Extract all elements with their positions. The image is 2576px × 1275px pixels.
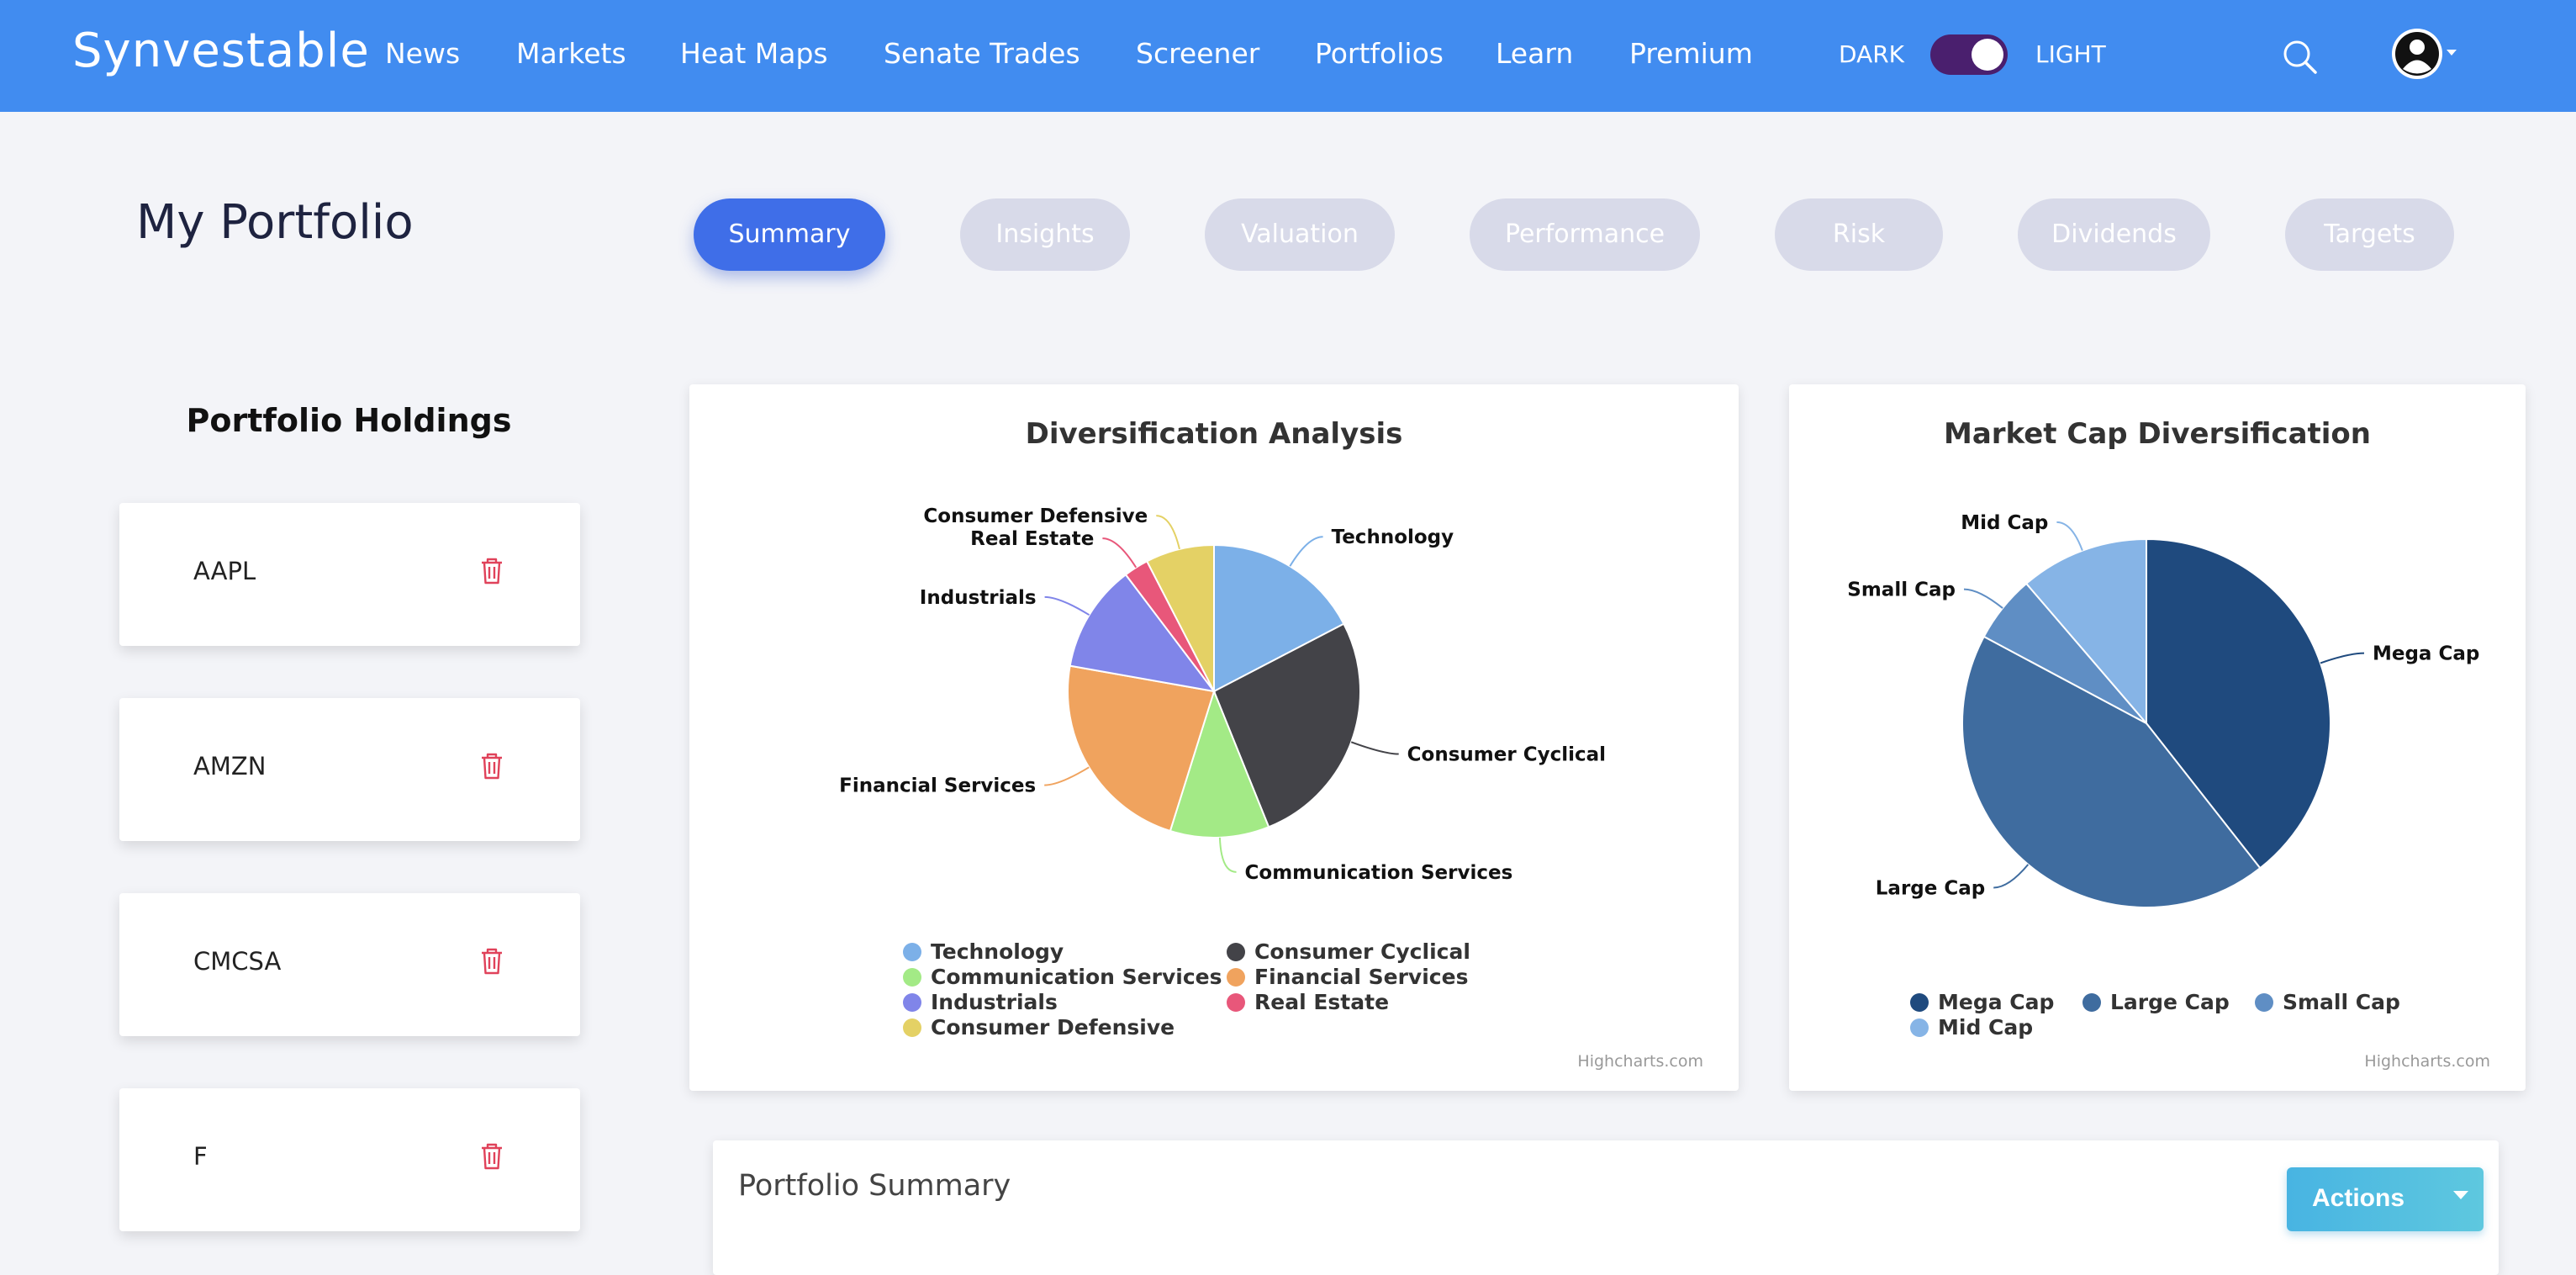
market-cap-pie-chart: Market Cap Diversification Mega Cap Large …: [1847, 417, 2479, 1040]
nav-link-news[interactable]: News: [385, 37, 460, 70]
avatar-icon: [2392, 29, 2442, 79]
summary-title: Portfolio Summary: [738, 1169, 1011, 1203]
trash-icon[interactable]: [479, 557, 504, 585]
legend-marker-small-cap[interactable]: [2255, 993, 2273, 1012]
chart-title: Diversification Analysis: [1026, 417, 1403, 451]
light-mode-label: LIGHT: [2035, 40, 2106, 68]
top-navbar: Synvestable News Markets Heat Maps Senat…: [0, 0, 2576, 112]
legend-item-financial-services[interactable]: Financial Services: [1254, 965, 1468, 989]
legend-marker-consumer-cyclical[interactable]: [1227, 943, 1245, 961]
data-label-real-estate: Real Estate: [970, 528, 1094, 550]
dark-mode-label: DARK: [1839, 40, 1905, 68]
legend-item-real-estate[interactable]: Real Estate: [1254, 990, 1389, 1014]
legend-item-industrials[interactable]: Industrials: [931, 990, 1058, 1014]
tab-summary[interactable]: Summary: [694, 198, 885, 271]
chevron-down-icon: [2447, 50, 2457, 56]
tab-performance[interactable]: Performance: [1470, 198, 1700, 271]
trash-icon[interactable]: [479, 947, 504, 976]
legend-item-mid-cap[interactable]: Mid Cap: [1938, 1015, 2033, 1040]
trash-icon[interactable]: [479, 1142, 504, 1171]
connector-mega-cap: [2320, 652, 2364, 664]
connector-communication-services: [1218, 837, 1237, 873]
page-title: My Portfolio: [136, 195, 414, 250]
actions-dropdown-button[interactable]: Actions: [2287, 1167, 2484, 1231]
holding-ticker: AAPL: [193, 557, 256, 585]
connector-consumer-cyclical: [1350, 741, 1399, 755]
trash-icon[interactable]: [479, 752, 504, 780]
nav-link-premium[interactable]: Premium: [1629, 37, 1753, 70]
data-label-consumer-cyclical: Consumer Cyclical: [1407, 743, 1606, 765]
connector-technology: [1289, 536, 1323, 567]
holding-card[interactable]: CMCSA: [119, 893, 580, 1036]
user-avatar-menu[interactable]: [2391, 28, 2458, 80]
data-label-small-cap: Small Cap: [1847, 579, 1956, 601]
legend-marker-consumer-defensive[interactable]: [903, 1018, 921, 1037]
toggle-knob: [1972, 39, 2003, 71]
holding-ticker: CMCSA: [193, 947, 282, 976]
connector-financial-services: [1044, 766, 1090, 786]
legend-item-mega-cap[interactable]: Mega Cap: [1938, 990, 2054, 1014]
legend-item-communication-services[interactable]: Communication Services: [931, 965, 1222, 989]
legend-marker-real-estate[interactable]: [1227, 993, 1245, 1012]
data-label-mid-cap: Mid Cap: [1961, 512, 2048, 534]
legend-item-consumer-defensive[interactable]: Consumer Defensive: [931, 1015, 1175, 1040]
nav-link-learn[interactable]: Learn: [1496, 37, 1573, 70]
data-label-communication-services: Communication Services: [1245, 862, 1513, 884]
data-label-financial-services: Financial Services: [839, 775, 1036, 797]
chart-credit[interactable]: Highcharts.com: [2364, 1052, 2490, 1071]
legend-item-consumer-cyclical[interactable]: Consumer Cyclical: [1254, 939, 1470, 964]
connector-real-estate: [1102, 537, 1138, 569]
market-cap-chart-card: Market Cap Diversification Mega Cap Large …: [1789, 384, 2526, 1091]
legend-marker-communication-services[interactable]: [903, 968, 921, 987]
data-label-large-cap: Large Cap: [1876, 877, 1985, 899]
connector-industrials: [1044, 595, 1090, 616]
legend-marker-financial-services[interactable]: [1227, 968, 1245, 987]
portfolio-summary-card: Portfolio Summary Actions: [713, 1140, 2499, 1275]
connector-consumer-defensive: [1156, 515, 1180, 550]
holdings-title: Portfolio Holdings: [186, 402, 512, 439]
holding-ticker: F: [193, 1142, 208, 1171]
tab-insights[interactable]: Insights: [960, 198, 1130, 271]
data-label-technology: Technology: [1332, 526, 1454, 548]
holding-card[interactable]: AAPL: [119, 503, 580, 646]
data-label-consumer-defensive: Consumer Defensive: [923, 505, 1148, 527]
legend-marker-mid-cap[interactable]: [1910, 1018, 1929, 1037]
legend-item-small-cap[interactable]: Small Cap: [2283, 990, 2400, 1014]
chart-title: Market Cap Diversification: [1944, 417, 2371, 451]
nav-link-screener[interactable]: Screener: [1136, 37, 1259, 70]
nav-link-heat-maps[interactable]: Heat Maps: [680, 37, 828, 70]
brand-logo[interactable]: Synvestable: [72, 24, 370, 78]
legend-marker-technology[interactable]: [903, 943, 921, 961]
holding-ticker: AMZN: [193, 752, 267, 780]
diversification-chart-card: Diversification Analysis Technology Consum…: [689, 384, 1739, 1091]
legend-item-large-cap[interactable]: Large Cap: [2110, 990, 2230, 1014]
legend-marker-mega-cap[interactable]: [1910, 993, 1929, 1012]
caret-down-icon: [2453, 1191, 2468, 1199]
legend-marker-large-cap[interactable]: [2082, 993, 2101, 1012]
search-icon[interactable]: [2280, 37, 2322, 79]
legend-marker-industrials[interactable]: [903, 993, 921, 1012]
actions-label: Actions: [2312, 1184, 2405, 1212]
tab-risk[interactable]: Risk: [1775, 198, 1943, 271]
nav-link-markets[interactable]: Markets: [516, 37, 626, 70]
legend-item-technology[interactable]: Technology: [931, 939, 1064, 964]
tab-targets[interactable]: Targets: [2285, 198, 2454, 271]
diversification-pie-chart: Diversification Analysis Technology Consum…: [839, 417, 1606, 1040]
theme-toggle[interactable]: [1930, 34, 2008, 75]
tab-dividends[interactable]: Dividends: [2018, 198, 2210, 271]
holding-card[interactable]: F: [119, 1088, 580, 1231]
nav-link-portfolios[interactable]: Portfolios: [1315, 37, 1444, 70]
connector-small-cap: [1963, 588, 2003, 609]
holding-card[interactable]: AMZN: [119, 698, 580, 841]
chart-credit[interactable]: Highcharts.com: [1577, 1052, 1703, 1071]
data-label-industrials: Industrials: [920, 587, 1037, 609]
nav-link-senate-trades[interactable]: Senate Trades: [884, 37, 1080, 70]
connector-large-cap: [1993, 864, 2030, 889]
data-label-mega-cap: Mega Cap: [2373, 643, 2479, 665]
connector-mid-cap: [2056, 521, 2083, 552]
tab-valuation[interactable]: Valuation: [1205, 198, 1395, 271]
